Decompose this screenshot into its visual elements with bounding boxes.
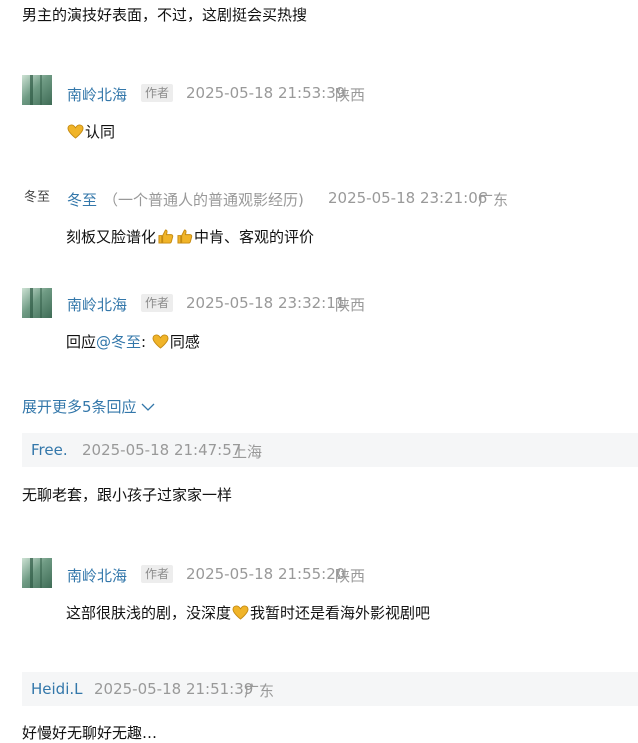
author-name[interactable]: 冬至 xyxy=(67,189,97,210)
avatar[interactable] xyxy=(22,288,52,318)
comment-text: 好慢好无聊好无趣… xyxy=(22,724,158,742)
mention-link[interactable]: @冬至 xyxy=(96,333,141,351)
reply-text-before: 这部很肤浅的剧，没深度 xyxy=(66,604,232,622)
author-name[interactable]: Free. xyxy=(31,441,68,459)
thumbs-up-emoji xyxy=(177,229,193,244)
heart-hands-emoji xyxy=(232,605,249,620)
location: 陕西 xyxy=(335,86,366,104)
timestamp: 2025-05-18 21:47:57 xyxy=(82,441,242,459)
reply-text-after: 我暂时还是看海外影视剧吧 xyxy=(250,604,431,622)
avatar[interactable] xyxy=(22,75,52,105)
author-tag: 作者 xyxy=(141,565,174,583)
author-name[interactable]: 南岭北海 xyxy=(67,294,127,315)
avatar[interactable] xyxy=(22,558,52,588)
avatar[interactable]: 冬至 xyxy=(22,183,52,213)
location: 陕西 xyxy=(335,567,366,585)
reply-text: 认同 xyxy=(66,121,115,142)
reply-text-content: 认同 xyxy=(85,123,116,141)
timestamp: 2025-05-18 21:55:20 xyxy=(186,565,346,583)
author-tag: 作者 xyxy=(141,84,174,102)
thumbs-up-emoji xyxy=(158,229,174,244)
expand-more-label: 展开更多5条回应 xyxy=(22,398,137,416)
reply-text-content: 同感 xyxy=(169,333,200,351)
timestamp: 2025-05-18 23:32:11 xyxy=(186,294,346,312)
author-name[interactable]: 南岭北海 xyxy=(67,565,127,586)
location: 上海 xyxy=(232,443,263,461)
reply-prefix: 回应 xyxy=(66,333,97,351)
heart-hands-emoji xyxy=(67,124,84,139)
timestamp: 2025-05-18 21:51:39 xyxy=(94,680,254,698)
location: 广东 xyxy=(244,682,275,700)
author-tag: 作者 xyxy=(141,294,174,312)
reply-colon: : xyxy=(141,333,147,351)
heart-hands-emoji xyxy=(152,334,169,349)
reply-text: 这部很肤浅的剧，没深度 我暂时还是看海外影视剧吧 xyxy=(66,602,430,623)
reply-text: 刻板又脸谱化 中肯、客观的评价 xyxy=(66,226,314,247)
location: 陕西 xyxy=(335,296,366,314)
author-note: （一个普通人的普通观影经历) xyxy=(103,191,304,209)
comment-text: 男主的演技好表面，不过，这剧挺会买热搜 xyxy=(22,6,308,24)
reply-text-before: 刻板又脸谱化 xyxy=(66,228,157,246)
reply-text: 回应@冬至: 同感 xyxy=(66,331,200,352)
timestamp: 2025-05-18 23:21:06 xyxy=(328,189,488,207)
reply-text-after: 中肯、客观的评价 xyxy=(194,228,315,246)
timestamp: 2025-05-18 21:53:39 xyxy=(186,84,346,102)
expand-more-button[interactable]: 展开更多5条回应 xyxy=(22,396,155,417)
location: 广东 xyxy=(478,191,509,209)
author-name[interactable]: Heidi.L xyxy=(31,680,83,698)
avatar-text: 冬至 xyxy=(23,190,50,205)
comment-text: 无聊老套，跟小孩子过家家一样 xyxy=(22,486,233,504)
author-name[interactable]: 南岭北海 xyxy=(67,84,127,105)
chevron-down-icon xyxy=(141,403,155,411)
